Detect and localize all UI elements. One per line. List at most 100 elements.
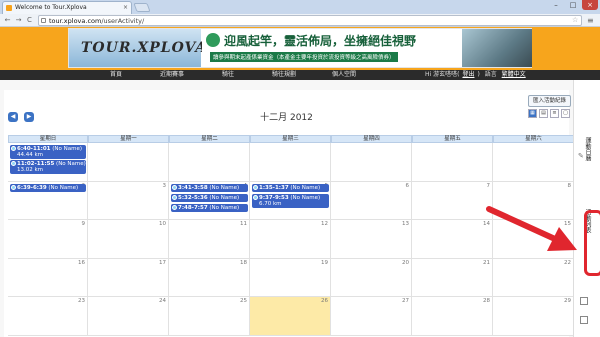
list-view-button[interactable]: ≡ bbox=[550, 109, 559, 118]
calendar-day-cell[interactable]: 20 bbox=[331, 258, 412, 297]
nav-item-recent-events[interactable]: 近期賽事 bbox=[160, 70, 184, 80]
calendar-day-cell[interactable] bbox=[331, 143, 412, 182]
browser-tab[interactable]: Welcome to Tour.Xplova × bbox=[2, 1, 132, 14]
bike-activity-icon bbox=[11, 184, 16, 190]
annotation-arrow-icon bbox=[486, 206, 577, 251]
activity-event[interactable]: 11:02-11:55 (No Name) 13.02 km bbox=[10, 160, 86, 174]
site-logo[interactable]: TOUR.XPLOVA bbox=[69, 29, 206, 67]
calendar-day-cell[interactable] bbox=[412, 143, 493, 182]
bookmark-star-icon[interactable]: ☆ bbox=[572, 16, 578, 24]
month-view-button[interactable]: ▦ bbox=[528, 109, 537, 118]
day-number: 19 bbox=[321, 259, 328, 266]
forward-arrow-icon[interactable]: → bbox=[14, 16, 23, 25]
calendar-day-cell[interactable]: 28 bbox=[412, 297, 493, 336]
nav-item-personal-space[interactable]: 個人空間 bbox=[332, 70, 356, 80]
calendar-day-cell[interactable]: 10 bbox=[88, 220, 169, 259]
event-name: (No Name) bbox=[52, 146, 82, 152]
pencil-icon[interactable]: ✎ bbox=[578, 152, 584, 160]
event-time: 9:37-9:53 bbox=[259, 194, 289, 201]
ad-text: 迎風起竿，靈活佈局，坐擁絕佳視野 讀參與期末起產係業資金（本產金主要年投資於流投… bbox=[202, 29, 462, 67]
url-path: /userActivity/ bbox=[101, 17, 145, 25]
day-number: 16 bbox=[78, 259, 85, 266]
address-bar[interactable]: tour.xplova.com/userActivity/ bbox=[38, 15, 582, 26]
browser-toolbar: ← → C tour.xplova.com/userActivity/ ☆ ≡ bbox=[0, 14, 600, 27]
user-greeting: Hi 游玄嗒嗒( bbox=[425, 71, 460, 78]
reload-icon[interactable]: C bbox=[25, 16, 34, 25]
calendar-day-cell[interactable]: 25 bbox=[169, 297, 250, 336]
bike-activity-icon bbox=[253, 184, 258, 190]
event-distance: 13.02 km bbox=[17, 167, 44, 173]
calendar-day-cell[interactable]: 26 bbox=[250, 297, 331, 336]
calendar-day-cell[interactable]: 9 bbox=[8, 220, 88, 259]
calendar-day-cell[interactable]: 11 bbox=[169, 220, 250, 259]
ad-seal-icon bbox=[206, 33, 220, 47]
calendar-day-cell[interactable]: 18 bbox=[169, 258, 250, 297]
week-view-button[interactable]: ▤ bbox=[539, 109, 548, 118]
minimize-button[interactable]: – bbox=[548, 0, 564, 10]
calendar-day-cell[interactable]: 19 bbox=[250, 258, 331, 297]
event-distance: 44.44 km bbox=[17, 152, 44, 158]
calendar-day-cell[interactable]: 14 bbox=[412, 220, 493, 259]
event-time: 3:41-3:58 bbox=[178, 184, 208, 191]
weekday-header: 星期五 bbox=[412, 135, 493, 143]
calendar-day-cell[interactable] bbox=[250, 143, 331, 182]
language-select[interactable]: 繁體中文 bbox=[502, 71, 526, 78]
back-arrow-icon[interactable]: ← bbox=[3, 16, 12, 25]
calendar-day-cell[interactable]: 24 bbox=[88, 297, 169, 336]
ad-banner[interactable]: TOUR.XPLOVA 迎風起竿，靈活佈局，坐擁絕佳視野 讀參與期末起產係業資金… bbox=[68, 28, 532, 68]
logout-link[interactable]: 登出 bbox=[462, 71, 474, 78]
calendar-day-cell[interactable]: 12 bbox=[250, 220, 331, 259]
calendar-day-cell[interactable] bbox=[493, 143, 574, 182]
maximize-button[interactable]: □ bbox=[565, 0, 581, 10]
calendar-day-cell[interactable]: 7 bbox=[412, 181, 493, 220]
day-view-button[interactable]: ▢ bbox=[561, 109, 570, 118]
calendar-day-cell[interactable] bbox=[88, 143, 169, 182]
calendar-day-cell[interactable]: 16 bbox=[8, 258, 88, 297]
activity-event[interactable]: 3:41-3:58 (No Name) bbox=[171, 183, 248, 192]
event-time: 7:48-7:57 bbox=[178, 204, 208, 211]
weekday-header: 星期六 bbox=[493, 135, 574, 143]
weekday-header: 星期四 bbox=[331, 135, 412, 143]
calendar-day-cell[interactable]: 6 bbox=[331, 181, 412, 220]
calendar-day-cell[interactable] bbox=[169, 143, 250, 182]
event-time: 6:39-6:39 bbox=[17, 184, 47, 191]
calendar-day-cell[interactable]: 17 bbox=[88, 258, 169, 297]
favicon-icon bbox=[6, 5, 12, 11]
activity-event[interactable]: 7:48-7:57 (No Name) bbox=[171, 203, 248, 212]
panel-toggle-button[interactable] bbox=[580, 316, 588, 324]
close-window-button[interactable]: × bbox=[582, 0, 598, 10]
browser-window: Welcome to Tour.Xplova × – □ × ← → C tou… bbox=[0, 0, 600, 337]
event-time: 5:32-5:36 bbox=[178, 194, 208, 201]
calendar-day-cell[interactable]: 13 bbox=[331, 220, 412, 259]
nav-item-home[interactable]: 首頁 bbox=[110, 70, 122, 80]
import-activity-log-button[interactable]: 匯入活動紀錄 bbox=[528, 95, 571, 107]
close-tab-icon[interactable]: × bbox=[123, 2, 128, 14]
nav-item-ride[interactable]: 騎往 bbox=[222, 70, 234, 80]
bike-activity-icon bbox=[11, 161, 16, 166]
nav-item-route-planning[interactable]: 騎往規劃 bbox=[272, 70, 296, 80]
calendar-day-cell[interactable]: 3 bbox=[88, 181, 169, 220]
bike-activity-icon bbox=[172, 184, 177, 190]
tab-title: Welcome to Tour.Xplova bbox=[15, 4, 87, 11]
day-number: 6 bbox=[405, 182, 410, 189]
weekday-header: 星期日 bbox=[8, 135, 88, 143]
activity-event[interactable]: 6:39-6:39 (No Name) bbox=[10, 183, 86, 192]
calendar-day-cell[interactable]: 23 bbox=[8, 297, 88, 336]
activity-event[interactable]: 1:35-1:37 (No Name) bbox=[252, 183, 329, 192]
greeting-close: ) bbox=[477, 71, 480, 78]
event-time: 1:35-1:37 bbox=[259, 184, 289, 191]
panel-toggle-button[interactable] bbox=[580, 297, 588, 305]
day-number: 11 bbox=[240, 221, 247, 227]
activity-event[interactable]: 9:37-9:53 (No Name) 6.70 km bbox=[252, 193, 329, 208]
browser-menu-icon[interactable]: ≡ bbox=[587, 16, 594, 25]
day-number: 29 bbox=[564, 298, 571, 304]
new-tab-button[interactable] bbox=[133, 3, 151, 12]
activity-event[interactable]: 5:32-5:36 (No Name) bbox=[171, 193, 248, 202]
user-area: Hi 游玄嗒嗒(登出) 語言 繁體中文 bbox=[425, 70, 529, 80]
activity-event[interactable]: 6:40-11:01 (No Name) 44.44 km bbox=[10, 145, 86, 159]
calendar-day-cell[interactable]: 21 bbox=[412, 258, 493, 297]
calendar-day-cell[interactable]: 29 bbox=[493, 297, 574, 336]
weekday-header: 星期一 bbox=[88, 135, 169, 143]
day-number: 17 bbox=[159, 259, 166, 266]
calendar-day-cell[interactable]: 27 bbox=[331, 297, 412, 336]
